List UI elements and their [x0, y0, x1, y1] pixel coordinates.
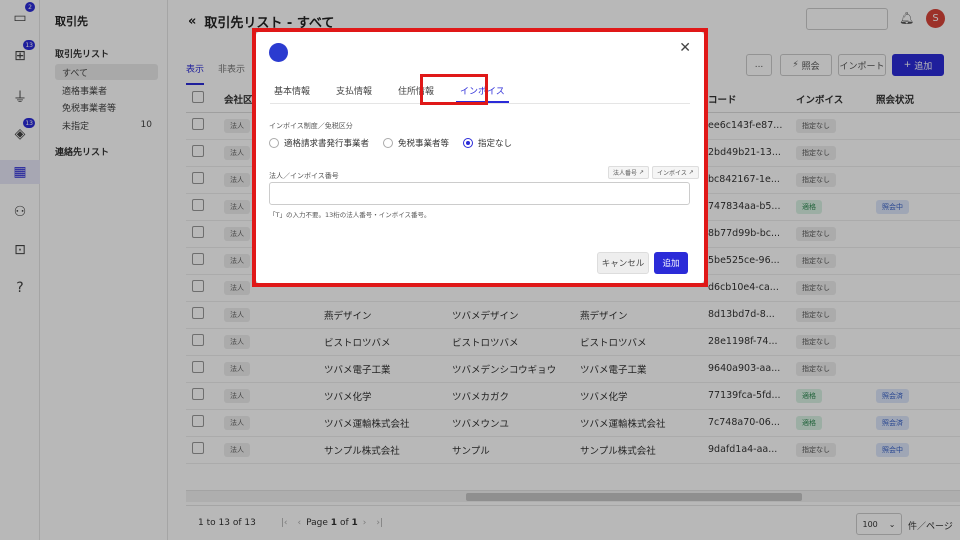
external-link-icon: ↗: [638, 169, 644, 176]
invoice-section-label: インボイス制度／免税区分: [269, 122, 353, 130]
invoice-tab-highlight: [420, 74, 488, 105]
tab-payment[interactable]: 支払情報: [332, 80, 376, 103]
radio-qualified[interactable]: 適格請求書発行事業者: [269, 137, 369, 149]
close-icon[interactable]: ✕: [679, 40, 691, 56]
external-link-icon: ↗: [688, 169, 694, 176]
corp-number-link[interactable]: 法人番号 ↗: [608, 166, 649, 179]
invoice-modal: ✕ 基本情報 支払情報 住所情報 インボイス インボイス制度／免税区分 適格請求…: [256, 32, 704, 283]
number-hint: 「T」の入力不要。13桁の法人番号・インボイス番号。: [269, 211, 431, 219]
number-field-label: 法人／インボイス番号: [269, 172, 339, 180]
tab-basic[interactable]: 基本情報: [270, 80, 314, 103]
invoice-number-input[interactable]: [269, 182, 690, 205]
submit-button[interactable]: 追加: [654, 252, 688, 274]
cancel-button[interactable]: キャンセル: [597, 252, 649, 274]
invoice-number-link[interactable]: インボイス ↗: [652, 166, 699, 179]
radio-exempt[interactable]: 免税事業者等: [383, 137, 449, 149]
invoice-radio-group: 適格請求書発行事業者 免税事業者等 指定なし: [269, 137, 512, 149]
partner-avatar-icon: [269, 43, 288, 62]
radio-unspecified[interactable]: 指定なし: [463, 137, 512, 149]
